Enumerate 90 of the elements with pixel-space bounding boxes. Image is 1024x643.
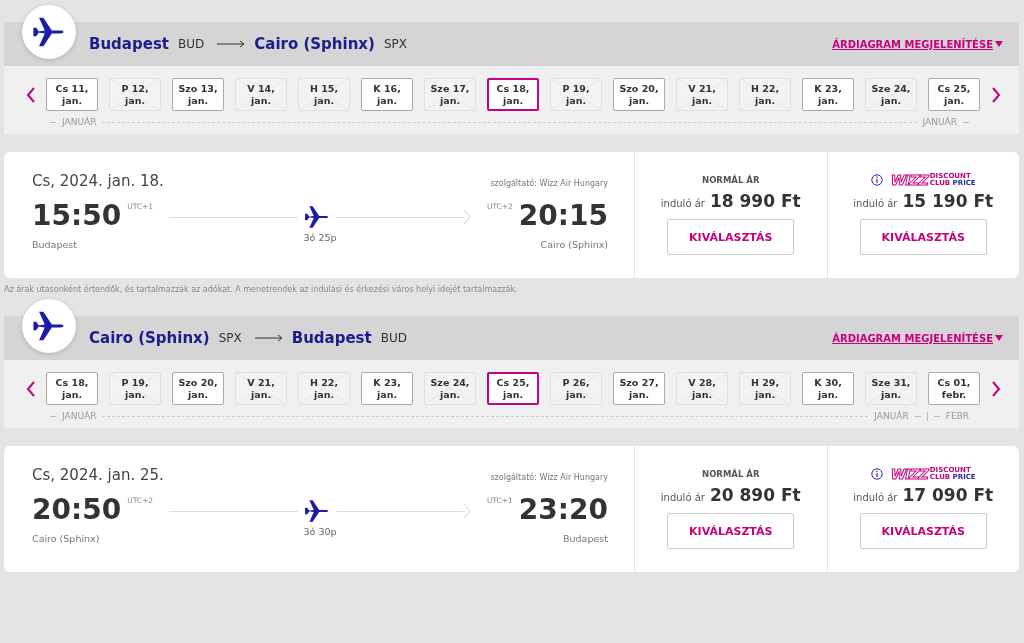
date-button[interactable]: Sze 17, jan. — [424, 78, 476, 111]
month-label: JANUÁR — [62, 117, 97, 127]
fare-note: Az árak utasonként értendők, és tartalmazzák az adókat. A menetrendek az indulási és érkezési város helyi idejét tartalmazzák. — [4, 285, 519, 294]
destination-city: Cairo (Sphinx) — [254, 35, 375, 53]
destination-code: BUD — [380, 331, 407, 345]
date-button[interactable]: V 21, jan. — [676, 78, 728, 111]
date-button[interactable]: Szo 13, jan. — [172, 78, 224, 111]
date-button[interactable]: Sze 24, jan. — [424, 372, 476, 405]
operator-text: szolgáltató: Wizz Air Hungary — [490, 179, 608, 188]
date-button[interactable]: K 23, jan. — [361, 372, 413, 405]
arrow-head-icon — [462, 209, 471, 225]
date-button[interactable]: H 22, jan. — [739, 78, 791, 111]
chevron-left-icon — [26, 380, 36, 397]
chevron-right-icon — [991, 86, 1001, 103]
fare-price: 20 890 Ft — [709, 485, 801, 505]
price-chart-link[interactable]: ÁRDIAGRAM MEGJELENÍTÉSE — [832, 38, 993, 50]
from-label: induló ár — [853, 198, 898, 209]
fare-price: 17 090 Ft — [902, 485, 994, 505]
date-button[interactable]: V 28, jan. — [676, 372, 728, 405]
date-button[interactable]: P 12, jan. — [109, 78, 161, 111]
fare-price: 15 190 Ft — [902, 191, 994, 211]
date-button[interactable]: Cs 25, jan. — [928, 78, 980, 111]
price-chart-link[interactable]: ÁRDIAGRAM MEGJELENÍTÉSE — [832, 332, 993, 344]
arrival-time: 20:15 — [518, 199, 608, 232]
date-button[interactable]: Szo 20, jan. — [613, 78, 665, 111]
month-label: FEBR — [945, 411, 969, 421]
chevron-left-icon — [26, 86, 36, 103]
date-button[interactable]: Cs 25, jan. — [487, 372, 539, 405]
month-label: JANUÁR — [922, 117, 957, 127]
date-button[interactable]: Szo 20, jan. — [172, 372, 224, 405]
date-button[interactable]: K 23, jan. — [802, 78, 854, 111]
arrival-city: Cairo (Sphinx) — [540, 239, 608, 250]
date-button[interactable]: K 30, jan. — [802, 372, 854, 405]
arrival-time: 23:20 — [518, 493, 608, 526]
operator-text: szolgáltató: Wizz Air Hungary — [490, 473, 608, 482]
destination-city: Budapest — [291, 329, 372, 347]
select-button[interactable]: KIVÁLASZTÁS — [667, 219, 795, 255]
date-button[interactable]: H 22, jan. — [298, 372, 350, 405]
chevron-right-icon — [991, 380, 1001, 397]
date-button[interactable]: P 19, jan. — [109, 372, 161, 405]
date-button[interactable]: H 29, jan. — [739, 372, 791, 405]
flight-date: Cs, 2024. jan. 25. — [32, 466, 164, 484]
month-label: JANUÁR — [62, 411, 97, 421]
flight-duration: 3ó 25p — [303, 232, 337, 243]
date-button[interactable]: Sze 31, jan. — [865, 372, 917, 405]
info-icon — [870, 174, 883, 186]
origin-code: SPX — [218, 331, 242, 345]
date-button[interactable]: Cs 01, febr. — [928, 372, 980, 405]
departure-time: 15:50 — [32, 199, 122, 232]
select-button[interactable]: KIVÁLASZTÁS — [667, 513, 795, 549]
date-button[interactable]: V 14, jan. — [235, 78, 287, 111]
date-button[interactable]: Szo 27, jan. — [613, 372, 665, 405]
departure-time: 20:50 — [32, 493, 122, 526]
date-button[interactable]: P 19, jan. — [550, 78, 602, 111]
from-label: induló ár — [660, 198, 705, 209]
from-label: induló ár — [660, 492, 705, 503]
fare-price: 18 990 Ft — [709, 191, 801, 211]
date-button[interactable]: H 15, jan. — [298, 78, 350, 111]
from-label: induló ár — [853, 492, 898, 503]
airplane-icon — [32, 15, 66, 49]
arrow-icon — [217, 40, 246, 48]
origin-city: Cairo (Sphinx) — [89, 329, 210, 347]
airplane-icon — [32, 309, 66, 343]
airplane-icon — [304, 204, 330, 230]
flight-date: Cs, 2024. jan. 18. — [32, 172, 164, 190]
departure-city: Budapest — [32, 239, 77, 250]
fare-title: NORMÁL ÁR — [702, 469, 760, 479]
caret-down-icon — [995, 41, 1003, 47]
date-button[interactable]: Cs 18, jan. — [46, 372, 98, 405]
caret-down-icon — [995, 335, 1003, 341]
destination-code: SPX — [383, 37, 407, 51]
date-button[interactable]: Cs 18, jan. — [487, 78, 539, 111]
select-button[interactable]: KIVÁLASZTÁS — [859, 513, 987, 549]
fare-title: NORMÁL ÁR — [702, 175, 760, 185]
arrival-city: Budapest — [563, 533, 608, 544]
select-button[interactable]: KIVÁLASZTÁS — [859, 219, 987, 255]
date-button[interactable]: Sze 24, jan. — [865, 78, 917, 111]
date-button[interactable]: P 26, jan. — [550, 372, 602, 405]
date-button[interactable]: Cs 11, jan. — [46, 78, 98, 111]
origin-code: BUD — [178, 37, 205, 51]
origin-city: Budapest — [89, 35, 169, 53]
date-button[interactable]: V 21, jan. — [235, 372, 287, 405]
arrow-head-icon — [462, 503, 471, 519]
month-label: JANUÁR — [874, 411, 909, 421]
airplane-icon — [304, 498, 330, 524]
info-icon — [870, 468, 883, 480]
departure-city: Cairo (Sphinx) — [32, 533, 100, 544]
arrow-icon — [254, 334, 283, 342]
flight-duration: 3ó 30p — [303, 526, 337, 537]
date-button[interactable]: K 16, jan. — [361, 78, 413, 111]
